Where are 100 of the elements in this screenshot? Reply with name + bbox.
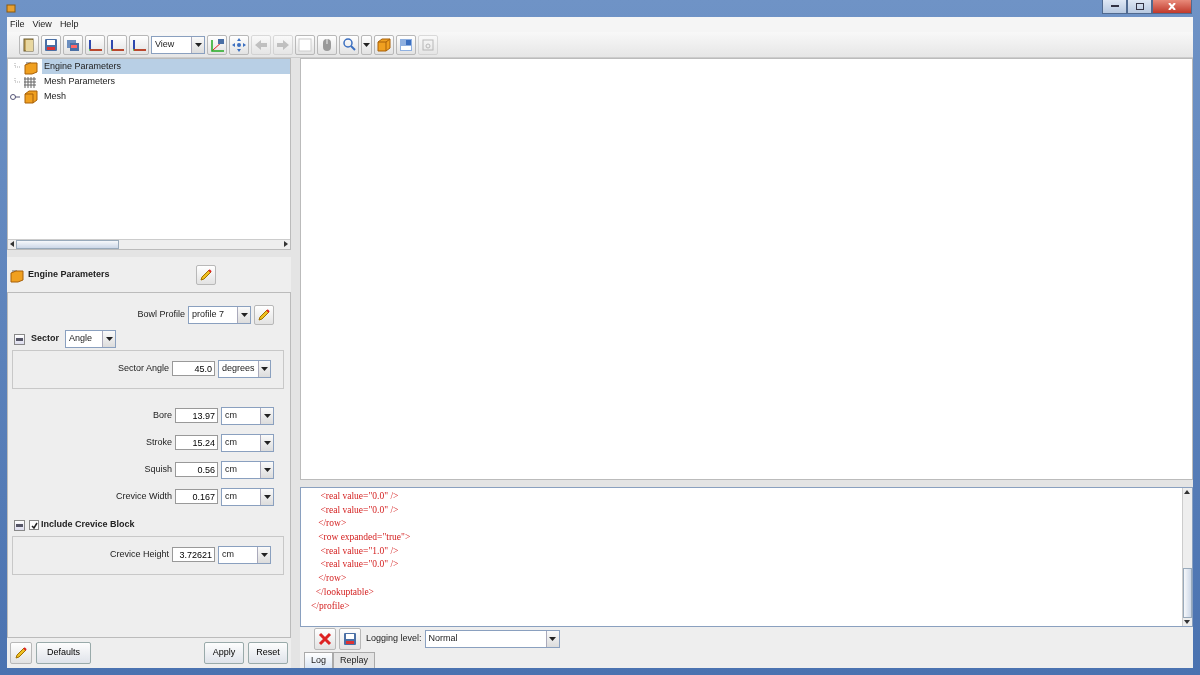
input-field[interactable]: 0.167 — [175, 489, 218, 504]
toolbar-button[interactable] — [129, 34, 149, 55]
input-field[interactable]: 15.24 — [175, 435, 218, 450]
field-label: Squish — [144, 462, 172, 476]
caret-icon — [260, 366, 268, 371]
axes-grid-icon — [209, 36, 225, 53]
tab[interactable]: Replay — [333, 651, 376, 668]
scroll-right-icon — [282, 240, 290, 248]
toolbar-button[interactable] — [374, 34, 394, 55]
field-label: Crevice Height — [109, 547, 169, 561]
caret-icon — [260, 552, 268, 557]
edit-button[interactable] — [254, 304, 274, 325]
toolbar-button[interactable] — [85, 34, 105, 55]
vertical-scrollbar[interactable] — [1182, 488, 1192, 626]
clear-button[interactable] — [314, 628, 336, 650]
frame-icon — [420, 36, 436, 53]
group-label: Include Crevice Block — [41, 518, 135, 532]
caret-icon — [263, 467, 271, 472]
caret-icon — [105, 337, 113, 341]
toolbar-button[interactable] — [229, 34, 249, 55]
caret-icon — [263, 440, 271, 445]
input-field[interactable]: 3.72621 — [172, 547, 215, 562]
zoom-icon — [341, 36, 357, 53]
toolbar-button[interactable] — [207, 34, 227, 55]
defaults-button[interactable]: Defaults — [36, 642, 92, 664]
save-icon — [342, 631, 358, 647]
move-icon — [231, 36, 247, 53]
book-icon — [21, 36, 37, 53]
square-icon — [297, 36, 313, 53]
menu-item[interactable]: View — [32, 17, 52, 32]
maximize-button[interactable] — [1127, 0, 1152, 14]
edit-button[interactable] — [10, 642, 32, 664]
check-icon — [30, 521, 38, 529]
collapse-button[interactable] — [14, 333, 25, 345]
app-icon — [6, 3, 16, 13]
minus-icon — [16, 522, 23, 528]
unit-dropdown[interactable]: cm — [218, 545, 271, 564]
menu-item[interactable]: File — [10, 17, 25, 32]
caret-icon — [240, 312, 248, 317]
unit-dropdown[interactable]: cm — [221, 433, 274, 452]
tree-item[interactable]: Mesh Parameters — [42, 73, 118, 90]
caret-icon — [263, 494, 271, 499]
checkbox[interactable] — [29, 520, 39, 530]
panel-title: Engine Parameters — [28, 267, 111, 281]
maximize-icon — [1135, 3, 1144, 10]
unit-dropdown[interactable]: degrees — [218, 359, 271, 378]
log-line: <real value="1.0" /> — [319, 544, 400, 558]
edit-button[interactable] — [196, 264, 216, 285]
unit-dropdown[interactable]: cm — [221, 460, 274, 479]
menu-item[interactable]: Help — [59, 17, 79, 32]
close-icon — [1168, 3, 1176, 10]
pencil-icon — [13, 645, 29, 661]
dropdown-button[interactable] — [361, 34, 372, 55]
unit-dropdown[interactable]: cm — [221, 487, 274, 506]
log-line: <real value="0.0" /> — [319, 490, 400, 503]
toolbar-button[interactable] — [19, 34, 39, 55]
minus-icon — [16, 336, 23, 342]
input-field[interactable]: 13.97 — [175, 408, 218, 423]
profile-dropdown[interactable]: profile 7 — [188, 305, 251, 324]
group-label: Sector — [31, 332, 59, 346]
tree-item[interactable]: Engine Parameters — [42, 58, 290, 75]
sector-dropdown[interactable]: Angle — [65, 330, 116, 348]
log-line: <row expanded="true"> — [317, 531, 412, 544]
action-button[interactable]: Reset — [248, 642, 288, 664]
unit-dropdown[interactable]: cm — [221, 406, 274, 425]
toolbar-button[interactable] — [41, 34, 61, 55]
action-button[interactable]: Apply — [204, 642, 244, 664]
pencil-icon — [198, 266, 214, 283]
field-label: Bowl Profile — [137, 307, 185, 321]
close-button[interactable] — [1152, 0, 1192, 14]
tree-item[interactable]: Mesh — [42, 88, 68, 105]
log-line: <real value="0.0" /> — [319, 503, 400, 517]
cube-icon — [376, 36, 392, 53]
toolbar-button[interactable] — [396, 34, 416, 55]
input-field[interactable]: 0.56 — [175, 462, 218, 477]
save-icon — [43, 36, 59, 53]
caret-icon — [263, 413, 271, 418]
view-dropdown[interactable]: View — [151, 35, 205, 54]
toolbar-button[interactable] — [339, 34, 359, 55]
field-label: Stroke — [146, 435, 172, 449]
toolbar-button[interactable] — [107, 34, 127, 55]
caret-icon — [194, 42, 202, 47]
log-line: <real value="0.0" /> — [319, 558, 400, 572]
collapse-button[interactable] — [14, 519, 25, 531]
input-field[interactable]: 45.0 — [172, 361, 215, 376]
log-line: </lookuptable> — [314, 585, 375, 599]
log-line: </row> — [317, 517, 348, 531]
tab[interactable]: Log — [304, 651, 334, 668]
minimize-button[interactable] — [1102, 0, 1127, 14]
save-button[interactable] — [339, 628, 361, 650]
logging-dropdown[interactable]: Normal — [424, 630, 560, 648]
image-icon — [398, 36, 414, 53]
collapsed-handle-icon[interactable] — [10, 92, 20, 101]
horizontal-scrollbar[interactable] — [8, 239, 290, 249]
caret-icon — [363, 42, 370, 47]
caret-icon — [549, 637, 557, 641]
cube-icon — [23, 88, 39, 105]
close-icon — [318, 632, 332, 646]
log-line: </row> — [317, 572, 348, 585]
toolbar-button[interactable] — [63, 34, 83, 55]
